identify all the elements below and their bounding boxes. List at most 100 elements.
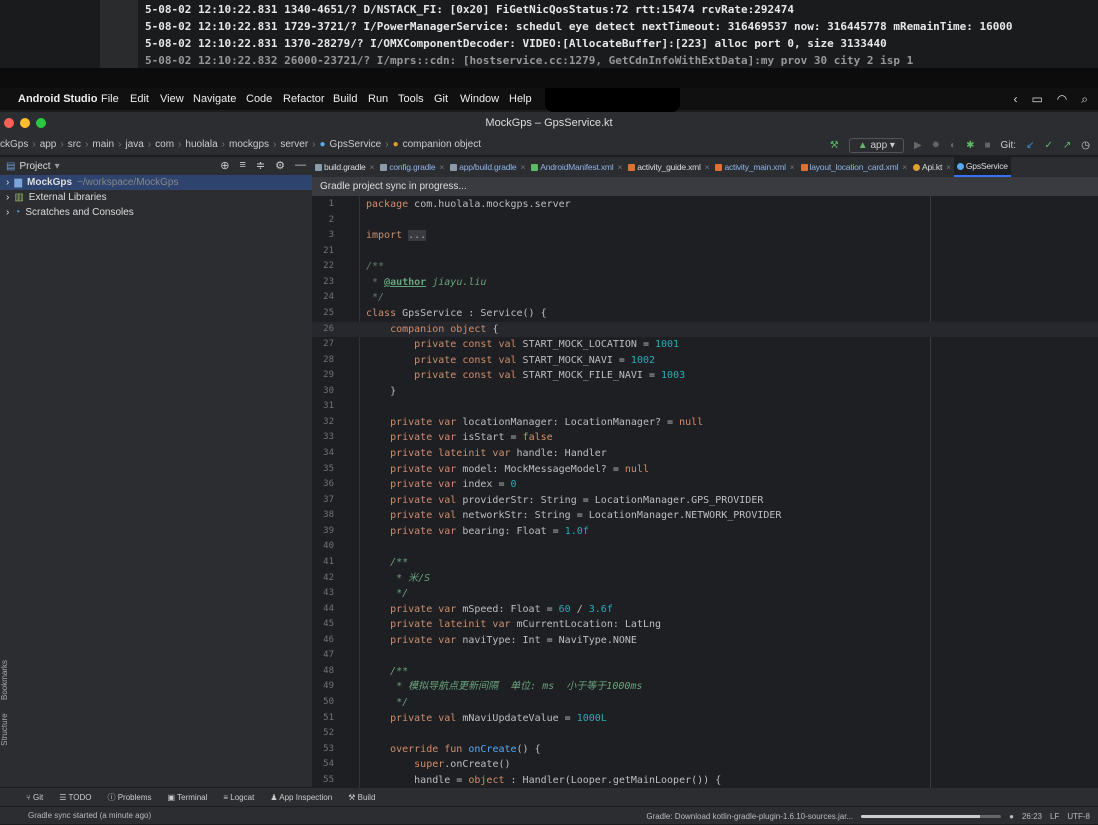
code-line[interactable]: 48 /**	[312, 664, 1098, 680]
code-line[interactable]: 37 private val providerStr: String = Loc…	[312, 493, 1098, 509]
structure-tab[interactable]: Structure	[0, 713, 9, 745]
locate-icon[interactable]: ⊕	[220, 159, 229, 172]
breadcrumb-item[interactable]: main	[92, 139, 114, 150]
git-commit-icon[interactable]: ✓	[1044, 140, 1052, 151]
code-line[interactable]: 50 */	[312, 695, 1098, 711]
close-tab-icon[interactable]: ×	[946, 162, 951, 172]
close-tab-icon[interactable]: ×	[705, 162, 710, 172]
code-editor[interactable]: 1package com.huolala.mockgps.server23imp…	[312, 196, 1098, 788]
git-update-icon[interactable]: ↙	[1026, 140, 1034, 151]
hammer-build-icon[interactable]: ⚒	[830, 140, 839, 151]
code-line[interactable]: 54 super.onCreate()	[312, 757, 1098, 773]
code-line[interactable]: 45 private lateinit var mCurrentLocation…	[312, 617, 1098, 633]
close-window-button[interactable]	[4, 118, 14, 128]
line-separator[interactable]: LF	[1050, 812, 1059, 821]
chevron-right-icon[interactable]: ›	[6, 207, 9, 218]
breadcrumb-item[interactable]: com	[155, 139, 174, 150]
terminal-tool-button[interactable]: ▣ Terminal	[168, 793, 208, 802]
code-line[interactable]: 39 private var bearing: Float = 1.0f	[312, 524, 1098, 540]
breadcrumb-item[interactable]: app	[40, 139, 57, 150]
breadcrumb-item[interactable]: GpsService	[330, 139, 382, 150]
code-line[interactable]: 30 }	[312, 384, 1098, 400]
tab-config-gradle[interactable]: config.gradle×	[377, 157, 447, 177]
menu-edit[interactable]: Edit	[130, 93, 149, 105]
code-line[interactable]: 27 private const val START_MOCK_LOCATION…	[312, 337, 1098, 353]
close-tab-icon[interactable]: ×	[439, 162, 444, 172]
code-line[interactable]: 40	[312, 539, 1098, 555]
code-line[interactable]: 53 override fun onCreate() {	[312, 742, 1098, 758]
tab-build-gradle[interactable]: build.gradle×	[312, 157, 377, 177]
stop-icon[interactable]: ■	[984, 140, 990, 151]
code-line[interactable]: 43 */	[312, 586, 1098, 602]
debug-icon[interactable]: ✹	[932, 140, 940, 151]
chevron-left-icon[interactable]: ‹	[1013, 92, 1017, 107]
caret-position[interactable]: 26:23	[1022, 812, 1042, 821]
tab-activity-main[interactable]: activity_main.xml×	[712, 157, 797, 177]
hide-icon[interactable]: —	[295, 159, 306, 172]
chevron-right-icon[interactable]: ›	[6, 192, 9, 203]
code-line[interactable]: 49 * 模拟导航点更新间隔 单位: ms 小于等于1000ms	[312, 679, 1098, 695]
code-line[interactable]: 31	[312, 399, 1098, 415]
tab-gpsservice[interactable]: GpsService	[954, 157, 1011, 177]
breadcrumb-item[interactable]: java	[125, 139, 143, 150]
code-line[interactable]: 22/**	[312, 259, 1098, 275]
build-tool-button[interactable]: ⚒ Build	[348, 793, 375, 802]
expand-all-icon[interactable]: ≡	[239, 159, 245, 172]
app-inspection-tool-button[interactable]: ♟ App Inspection	[270, 793, 332, 802]
code-line[interactable]: 36 private var index = 0	[312, 477, 1098, 493]
search-icon[interactable]: ⌕	[1081, 92, 1088, 107]
code-line[interactable]: 29 private const val START_MOCK_FILE_NAV…	[312, 368, 1098, 384]
tree-item-mockgps[interactable]: ›▆MockGps~/workspace/MockGps	[0, 175, 312, 190]
tab-android-manifest[interactable]: AndroidManifest.xml×	[528, 157, 625, 177]
problems-tool-button[interactable]: ⓘ Problems	[107, 792, 151, 803]
code-line[interactable]: 34 private lateinit var handle: Handler	[312, 446, 1098, 462]
menu-view[interactable]: View	[160, 93, 184, 105]
tree-item-scratches[interactable]: ›◔Scratches and Consoles	[0, 205, 312, 220]
code-line[interactable]: 33 private var isStart = false	[312, 430, 1098, 446]
code-line[interactable]: 2	[312, 213, 1098, 229]
menu-file[interactable]: File	[101, 93, 119, 105]
run-icon[interactable]: ▶	[914, 140, 922, 151]
file-encoding[interactable]: UTF-8	[1067, 812, 1090, 821]
cancel-task-icon[interactable]: ●	[1009, 812, 1014, 821]
close-tab-icon[interactable]: ×	[617, 162, 622, 172]
battery-icon[interactable]: ▭	[1031, 92, 1042, 107]
run-config-dropdown[interactable]: ▲ app ▾	[849, 138, 904, 153]
code-line[interactable]: 44 private var mSpeed: Float = 60 / 3.6f	[312, 602, 1098, 618]
code-line[interactable]: 55 handle = object : Handler(Looper.getM…	[312, 773, 1098, 788]
logcat-tool-button[interactable]: ≡ Logcat	[223, 793, 254, 802]
code-lines[interactable]: 1package com.huolala.mockgps.server23imp…	[312, 197, 1098, 788]
menu-build[interactable]: Build	[333, 93, 357, 105]
wifi-icon[interactable]: ◠	[1057, 92, 1067, 107]
menu-tools[interactable]: Tools	[398, 93, 424, 105]
code-line[interactable]: 42 * 米/S	[312, 571, 1098, 587]
menu-app-name[interactable]: Android Studio	[18, 93, 97, 105]
zoom-window-button[interactable]	[36, 118, 46, 128]
chevron-right-icon[interactable]: ›	[6, 177, 9, 188]
tab-api-kt[interactable]: Api.kt×	[910, 157, 954, 177]
code-line[interactable]: 41 /**	[312, 555, 1098, 571]
tab-layout-location-card[interactable]: layout_location_card.xml×	[798, 157, 911, 177]
menu-refactor[interactable]: Refactor	[283, 93, 325, 105]
breadcrumb-item[interactable]: src	[68, 139, 81, 150]
menu-help[interactable]: Help	[509, 93, 532, 105]
breadcrumb-item[interactable]: ckGps	[0, 139, 28, 150]
status-message[interactable]: Gradle sync started (a minute ago)	[28, 811, 151, 820]
breadcrumb-item[interactable]: mockgps	[229, 139, 269, 150]
code-line[interactable]: 35 private var model: MockMessageModel? …	[312, 462, 1098, 478]
code-line[interactable]: 52	[312, 726, 1098, 742]
tab-activity-guide[interactable]: activity_guide.xml×	[625, 157, 712, 177]
code-line[interactable]: 38 private val networkStr: String = Loca…	[312, 508, 1098, 524]
code-line[interactable]: 23 * @author jiayu.liu	[312, 275, 1098, 291]
project-view-dropdown[interactable]: Project	[19, 161, 50, 172]
menu-window[interactable]: Window	[460, 93, 499, 105]
collapse-all-icon[interactable]: ≑	[256, 159, 265, 172]
code-line[interactable]: 3import ...	[312, 228, 1098, 244]
close-tab-icon[interactable]: ×	[370, 162, 375, 172]
history-icon[interactable]: ◷	[1081, 140, 1090, 151]
apply-changes-icon[interactable]: ✱	[966, 140, 974, 151]
menu-navigate[interactable]: Navigate	[193, 93, 236, 105]
git-push-icon[interactable]: ↗	[1063, 140, 1071, 151]
breadcrumb-item[interactable]: server	[280, 139, 308, 150]
code-line[interactable]: 1package com.huolala.mockgps.server	[312, 197, 1098, 213]
